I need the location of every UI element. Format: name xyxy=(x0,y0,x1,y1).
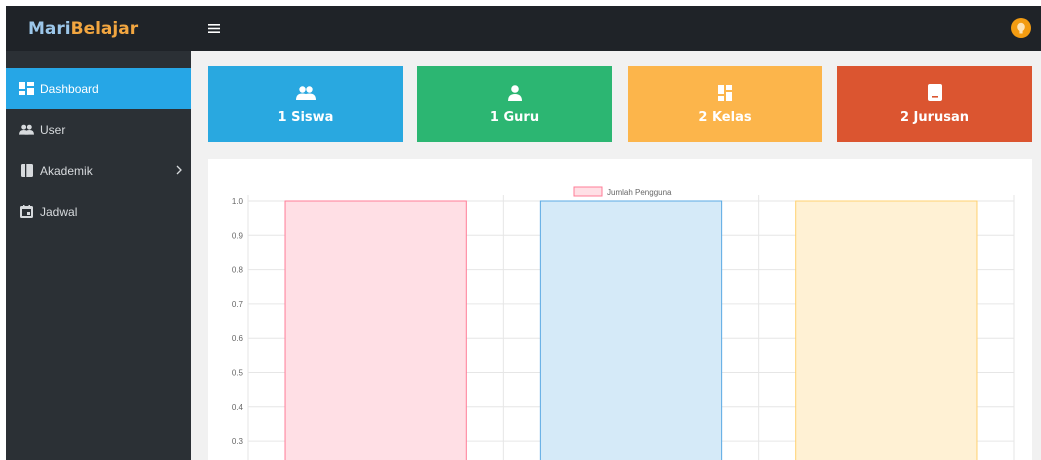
user-count-chart: 1.0 0.9 0.8 0.7 0.6 0.5 0.4 0.3 Jumlah Pengguna xyxy=(232,186,1015,460)
stat-box-guru[interactable]: 1 Guru xyxy=(417,66,612,142)
sidebar-item-akademik[interactable]: Akademik xyxy=(6,150,191,191)
y-tick-label: 0.9 xyxy=(232,231,244,240)
users-icon xyxy=(295,84,316,102)
legend-swatch[interactable] xyxy=(573,186,603,197)
calendar-icon xyxy=(19,205,34,218)
stat-label: 2 Kelas xyxy=(698,109,752,125)
sidebar-item-dashboard[interactable]: Dashboard xyxy=(6,68,191,109)
y-tick-label: 0.4 xyxy=(232,403,244,412)
stat-box-jurusan[interactable]: 2 Jurusan xyxy=(837,66,1032,142)
book-icon xyxy=(19,164,34,177)
brand-part-2: Belajar xyxy=(70,18,139,39)
chevron-right-icon xyxy=(176,164,182,178)
brand-logo[interactable]: Mari Belajar xyxy=(6,6,191,51)
legend-label[interactable]: Jumlah Pengguna xyxy=(607,188,672,197)
y-tick-label: 0.3 xyxy=(232,437,244,446)
dashboard-icon xyxy=(19,82,34,95)
y-tick-label: 0.7 xyxy=(232,300,244,309)
stat-box-kelas[interactable]: 2 Kelas xyxy=(628,66,822,142)
y-tick-label: 0.6 xyxy=(232,334,244,343)
stat-box-siswa[interactable]: 1 Siswa xyxy=(208,66,403,142)
y-tick-label: 1.0 xyxy=(232,197,244,206)
book-icon xyxy=(925,84,945,102)
sidebar-item-label: Jadwal xyxy=(40,204,78,219)
y-tick-label: 0.8 xyxy=(232,266,244,275)
sidebar-nav: Dashboard User Akademik Jadwal xyxy=(6,68,191,232)
sidebar-item-label: Akademik xyxy=(40,163,93,178)
stat-label: 2 Jurusan xyxy=(899,109,970,125)
user-icon xyxy=(505,84,525,102)
sidebar: Mari Belajar Dashboard User Akademik Jad… xyxy=(6,6,191,460)
user-avatar-icon[interactable] xyxy=(1011,18,1031,38)
chart-card: 1.0 0.9 0.8 0.7 0.6 0.5 0.4 0.3 Jumlah Pengguna xyxy=(208,159,1032,460)
users-icon xyxy=(19,123,34,136)
sidebar-item-label: User xyxy=(40,122,66,137)
sidebar-item-jadwal[interactable]: Jadwal xyxy=(6,191,191,232)
hamburger-icon[interactable] xyxy=(208,21,220,33)
chart-bar[interactable] xyxy=(285,201,467,460)
chart-bar[interactable] xyxy=(540,201,722,460)
dashboard-icon xyxy=(715,84,735,102)
app-frame: Mari Belajar Dashboard User Akademik Jad… xyxy=(6,6,1041,460)
chart-bar[interactable] xyxy=(795,201,977,460)
y-tick-label: 0.5 xyxy=(232,369,244,378)
sidebar-item-user[interactable]: User xyxy=(6,109,191,150)
topbar xyxy=(191,6,1041,51)
stat-label: 1 Siswa xyxy=(277,109,334,125)
stat-label: 1 Guru xyxy=(489,109,540,125)
brand-part-1: Mari xyxy=(28,18,71,39)
sidebar-item-label: Dashboard xyxy=(40,81,99,96)
